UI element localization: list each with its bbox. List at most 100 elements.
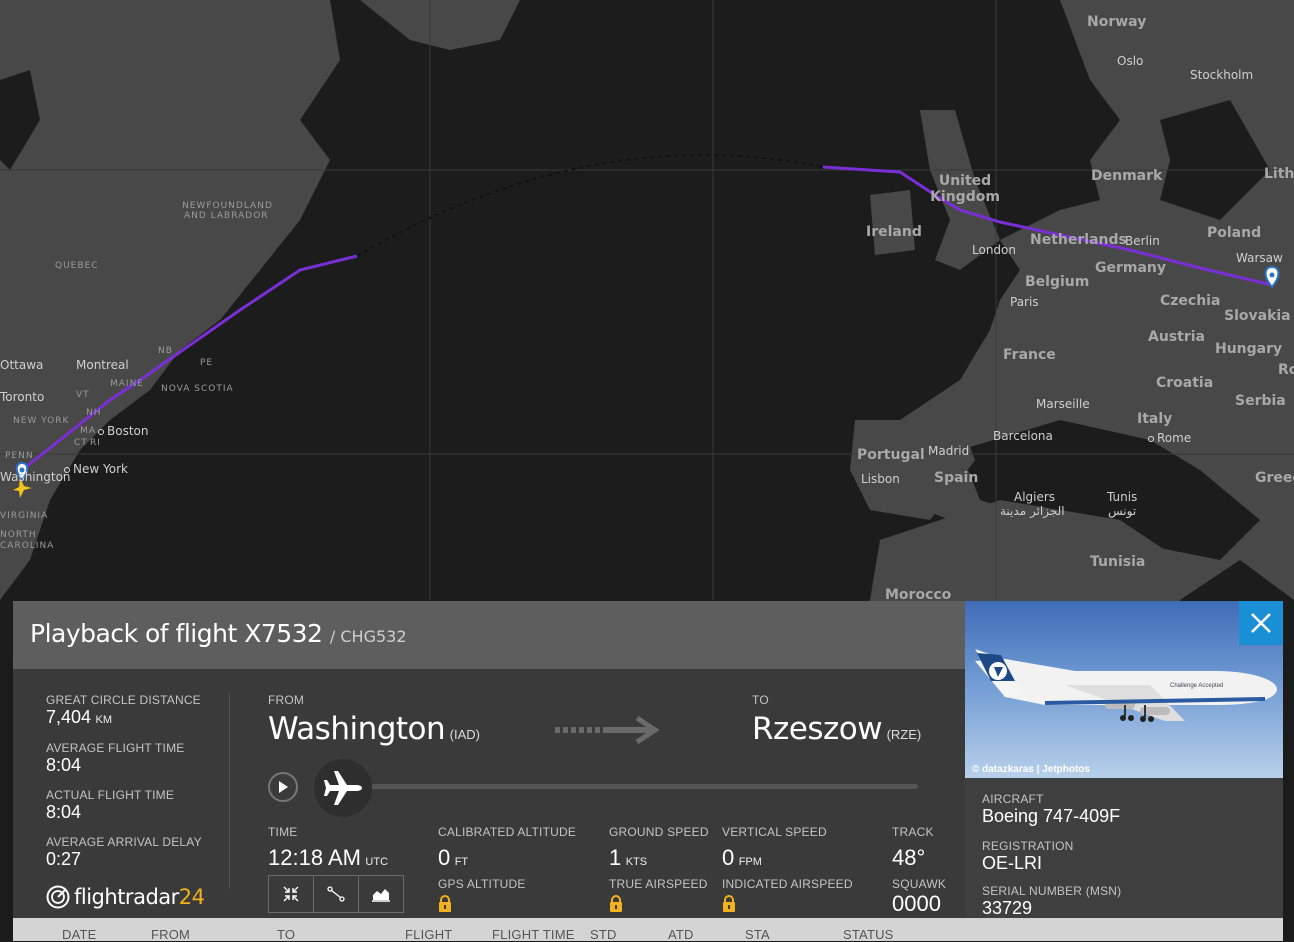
map-region-nb: NB: [158, 346, 173, 356]
close-button[interactable]: [1239, 601, 1283, 645]
col-flight-time[interactable]: FLIGHT TIME: [492, 927, 575, 942]
playback-scrubber[interactable]: [314, 759, 372, 817]
map-region-quebec: QUEBEC: [55, 261, 99, 271]
route-button[interactable]: [314, 876, 359, 912]
map-city-marseille: Marseille: [1036, 397, 1090, 411]
col-date[interactable]: DATE: [62, 927, 97, 942]
map-label-denmark: Denmark: [1091, 168, 1163, 184]
map-region-nh: NH: [86, 408, 102, 418]
map-label-poland: Poland: [1207, 225, 1262, 241]
map-label-slovakia: Slovakia: [1224, 308, 1291, 324]
callsign: / CHG532: [329, 627, 407, 646]
map-region-nova-scotia: NOVA SCOTIA: [161, 384, 234, 394]
map-label-norway: Norway: [1087, 14, 1147, 30]
stat-average-arrival-delay: AVERAGE ARRIVAL DELAY 0:27: [46, 835, 202, 869]
photo-credit[interactable]: © datazkaras | Jetphotos: [972, 764, 1090, 775]
aircraft-registration: REGISTRATION OE-LRI: [982, 839, 1074, 873]
stat-great-circle-distance: GREAT CIRCLE DISTANCE 7,404 KM: [46, 693, 201, 727]
map-city-oslo: Oslo: [1117, 54, 1144, 68]
map-label-germany: Germany: [1095, 260, 1167, 276]
map-city-tunis-arabic: تونس: [1108, 504, 1137, 518]
route-icon: [327, 886, 345, 902]
map-city-new-york: New York: [64, 462, 128, 476]
collapse-icon: [283, 886, 299, 902]
map-city-lisbon: Lisbon: [861, 472, 900, 486]
map-label-uk: United Kingdom: [930, 173, 1000, 205]
flight-map[interactable]: Norway Denmark United Kingdom Ireland Ne…: [0, 0, 1294, 660]
map-region-penn: PENN: [5, 451, 34, 461]
radar-icon: [46, 885, 70, 909]
collapse-button[interactable]: [269, 876, 314, 912]
origin-code: (IAD): [449, 727, 480, 742]
aircraft-photo[interactable]: Challenge Accepted © datazkaras | Jetpho…: [965, 601, 1283, 778]
ireland-land: [870, 190, 915, 255]
aircraft-msn: SERIAL NUMBER (MSN) 33729: [982, 884, 1122, 918]
map-label-tunisia: Tunisia: [1090, 554, 1146, 570]
col-std[interactable]: STD: [590, 927, 617, 942]
graph-button[interactable]: [359, 876, 403, 912]
map-city-london: London: [972, 243, 1016, 257]
map-region-labrador: AND LABRADOR: [184, 211, 269, 221]
track-block: TRACK 48° SQUAWK 0000: [892, 825, 947, 916]
map-label-serbia: Serbia: [1235, 393, 1286, 409]
divider: [229, 693, 230, 889]
map-city-boston: Boston: [98, 424, 148, 438]
time-block: TIME 12:18 AM UTC: [268, 825, 389, 870]
map-label-lithuania: Lithuania: [1264, 166, 1294, 182]
speed-block: GROUND SPEED 1 KTS TRUE AIRSPEED: [609, 825, 709, 917]
map-region-pe: PE: [200, 358, 214, 368]
map-region-virginia: VIRGINIA: [0, 511, 49, 521]
map-label-ireland: Ireland: [866, 224, 922, 240]
play-icon: [279, 781, 288, 793]
col-atd[interactable]: ATD: [668, 927, 694, 942]
aircraft-info: AIRCRAFT Boeing 747-409F REGISTRATION OE…: [965, 778, 1283, 941]
lock-icon[interactable]: [609, 895, 623, 912]
map-label-austria: Austria: [1148, 329, 1205, 345]
col-from[interactable]: FROM: [151, 927, 190, 942]
map-city-algiers: Algiers: [1014, 490, 1056, 504]
map-city-warsaw: Warsaw: [1236, 251, 1283, 265]
map-city-tunis: Tunis: [1107, 490, 1138, 504]
flightradar24-logo: flightradar24: [46, 885, 205, 909]
map-region-ri: RI: [90, 438, 101, 448]
airplane-icon: [324, 771, 362, 805]
map-region-new-york: NEW YORK: [13, 416, 70, 426]
close-icon: [1251, 613, 1271, 633]
map-city-ottawa: Ottawa: [0, 358, 44, 372]
play-button[interactable]: [268, 772, 298, 802]
destination: TO Rzeszow (RZE): [752, 693, 922, 747]
graph-icon: [372, 889, 390, 902]
panel-header: Playback of flight X7532 / CHG532: [13, 601, 965, 669]
aircraft-type: AIRCRAFT Boeing 747-409F: [982, 792, 1121, 826]
livery-text: Challenge Accepted: [1170, 683, 1223, 689]
map-label-portugal: Portugal: [857, 447, 925, 463]
col-flight[interactable]: FLIGHT: [405, 927, 452, 942]
map-region-carolina: CAROLINA: [0, 541, 55, 551]
direction-arrow-icon: [555, 715, 660, 745]
map-region-north: NORTH: [0, 530, 37, 540]
map-region-ct: CT: [74, 438, 88, 448]
col-status[interactable]: STATUS: [843, 927, 894, 942]
col-to[interactable]: TO: [277, 927, 295, 942]
map-label-romania: Romania: [1278, 362, 1294, 378]
lock-icon[interactable]: [438, 895, 452, 912]
aircraft-photo-image: Challenge Accepted: [975, 649, 1277, 722]
map-label-france: France: [1003, 347, 1056, 363]
col-sta[interactable]: STA: [745, 927, 770, 942]
map-label-croatia: Croatia: [1156, 375, 1214, 391]
map-label-italy: Italy: [1137, 411, 1173, 427]
view-controls: [268, 875, 404, 913]
map-city-stockholm: Stockholm: [1190, 68, 1254, 82]
map-city-berlin: Berlin: [1125, 234, 1160, 248]
lock-icon[interactable]: [722, 895, 736, 912]
map-label-belgium: Belgium: [1025, 274, 1090, 290]
stat-average-flight-time: AVERAGE FLIGHT TIME 8:04: [46, 741, 185, 775]
map-label-spain: Spain: [934, 470, 979, 486]
map-city-washington: Washington: [0, 470, 71, 484]
map-city-madrid: Madrid: [928, 444, 970, 458]
flight-history-header: DATE FROM TO FLIGHT FLIGHT TIME STD ATD …: [13, 918, 1283, 942]
destination-code: (RZE): [886, 727, 922, 742]
squawk-value: 0000: [892, 891, 941, 916]
map-city-barcelona: Barcelona: [993, 429, 1053, 443]
playback-timeline[interactable]: [353, 784, 918, 789]
